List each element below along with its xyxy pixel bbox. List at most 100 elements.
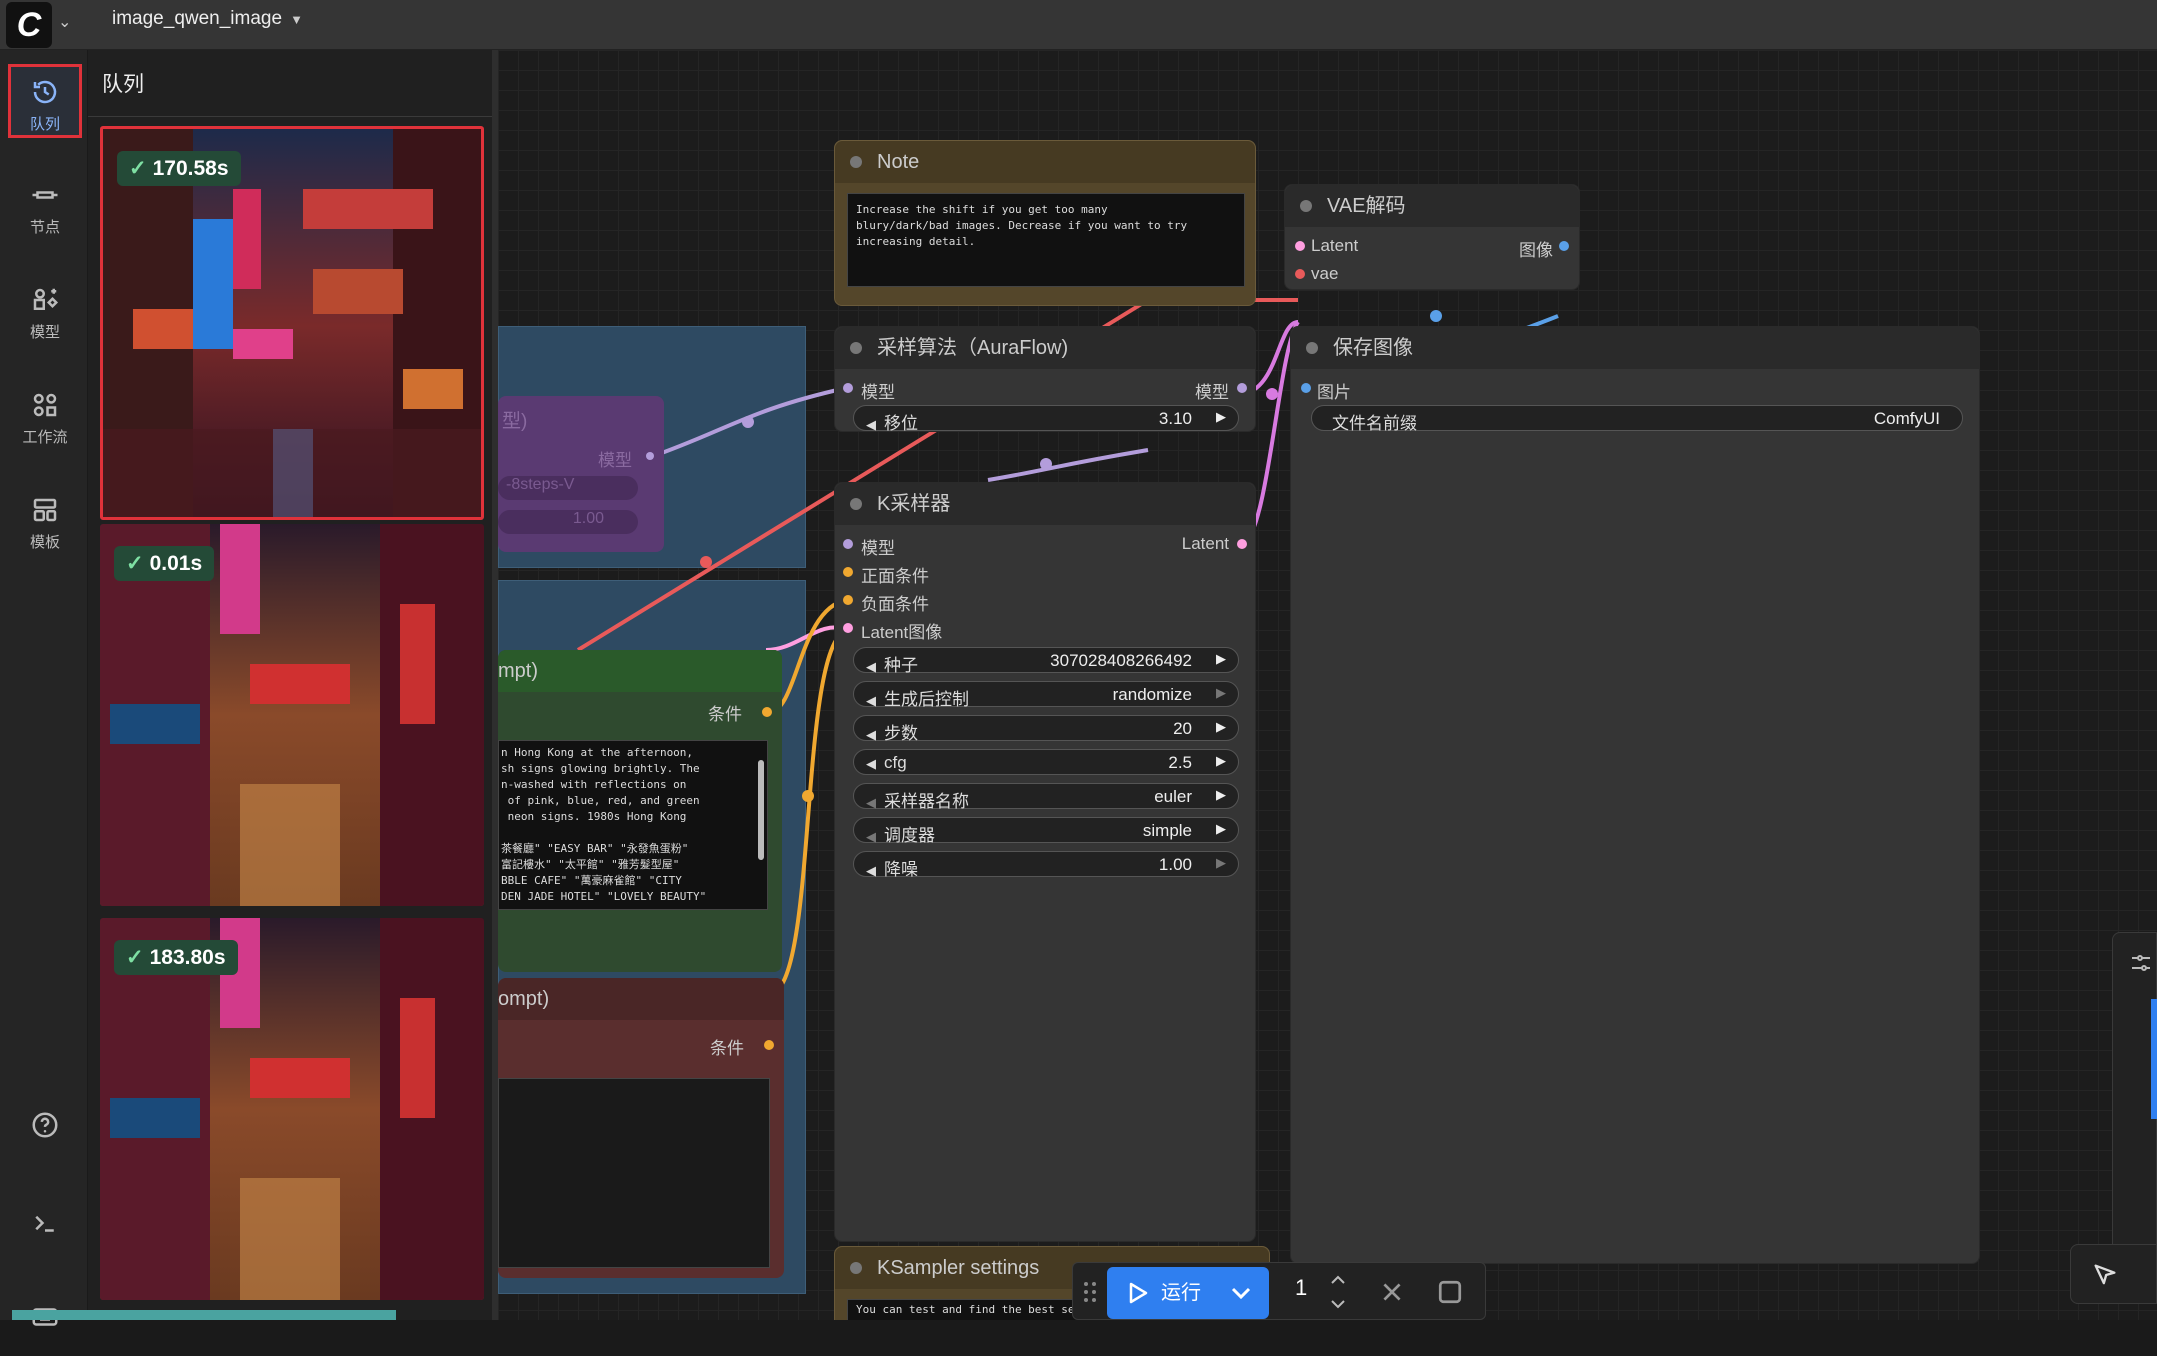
node-header: VAE解码 bbox=[1285, 185, 1579, 227]
prompt-textarea[interactable] bbox=[498, 1078, 770, 1268]
scrollbar[interactable] bbox=[758, 760, 764, 860]
output-port-dot[interactable] bbox=[646, 452, 654, 460]
chevron-down-icon[interactable] bbox=[1229, 1283, 1253, 1303]
output-port-dot[interactable] bbox=[764, 1040, 774, 1050]
decrement-arrow-icon[interactable]: ◀ bbox=[866, 829, 876, 844]
queue-item[interactable]: ✓183.80s bbox=[100, 918, 484, 1300]
sidebar-item-models[interactable]: 模型 bbox=[8, 275, 82, 349]
control-after-generate-widget[interactable]: ◀生成后控制 randomize ▶ bbox=[853, 681, 1239, 707]
workflow-tab[interactable]: image_qwen_image▼ bbox=[112, 8, 303, 31]
queue-item[interactable]: ✓0.01s bbox=[100, 524, 484, 906]
input-port-dot[interactable] bbox=[843, 539, 853, 549]
help-button[interactable] bbox=[8, 1090, 82, 1164]
graph-canvas[interactable]: 型) 模型 -8steps-V 1.00 mpt) 条件 n Hong Kong… bbox=[498, 50, 2157, 1320]
cfg-widget[interactable]: ◀cfg 2.5 ▶ bbox=[853, 749, 1239, 775]
shift-widget[interactable]: ◀移位 3.10 ▶ bbox=[853, 405, 1239, 431]
negative-prompt-node[interactable]: ompt) 条件 bbox=[498, 978, 784, 1278]
input-port-dot[interactable] bbox=[843, 595, 853, 605]
increment-arrow-icon[interactable]: ▶ bbox=[1216, 651, 1226, 667]
scheduler-widget[interactable]: ◀调度器 simple ▶ bbox=[853, 817, 1239, 843]
sidebar-item-nodes[interactable]: 节点 bbox=[8, 170, 82, 244]
model-sampling-auraflow-node[interactable]: 采样算法（AuraFlow) 模型 模型 ◀移位 3.10 ▶ bbox=[834, 326, 1256, 432]
prompt-textarea[interactable]: n Hong Kong at the afternoon, sh signs g… bbox=[498, 740, 768, 910]
input-port-dot[interactable] bbox=[1295, 269, 1305, 279]
output-port-dot[interactable] bbox=[1237, 539, 1247, 549]
comfy-logo[interactable]: C bbox=[6, 2, 52, 48]
filename-prefix-widget[interactable]: 文件名前缀 ComfyUI bbox=[1311, 405, 1963, 431]
widget-value: 3.10 bbox=[1159, 409, 1192, 429]
settings-sliders-icon[interactable] bbox=[2129, 951, 2153, 975]
sidebar-item-workflows[interactable]: 工作流 bbox=[8, 380, 82, 454]
lora-name-select[interactable]: -8steps-V bbox=[498, 476, 638, 500]
collapse-dot[interactable] bbox=[850, 156, 862, 168]
queue-item[interactable]: ✓170.58s bbox=[100, 126, 484, 520]
lora-loader-node[interactable]: 型) 模型 -8steps-V 1.00 bbox=[498, 396, 664, 552]
input-port-dot[interactable] bbox=[1301, 383, 1311, 393]
input-port-dot[interactable] bbox=[1295, 241, 1305, 251]
increment-arrow-icon[interactable]: ▶ bbox=[1216, 685, 1226, 701]
select-cursor-icon[interactable] bbox=[2091, 1261, 2119, 1289]
widget-label: 降噪 bbox=[884, 860, 918, 879]
sampler-name-widget[interactable]: ◀采样器名称 euler ▶ bbox=[853, 783, 1239, 809]
vae-decode-node[interactable]: VAE解码 Latent vae 图像 bbox=[1284, 184, 1580, 290]
ksampler-node[interactable]: K采样器 模型 正面条件 负面条件 Latent图像 Latent ◀种子 30… bbox=[834, 482, 1256, 1242]
lora-strength-widget[interactable]: 1.00 bbox=[498, 510, 638, 534]
collapse-dot[interactable] bbox=[850, 342, 862, 354]
decrement-arrow-icon[interactable]: ◀ bbox=[866, 693, 876, 708]
increment-arrow-icon[interactable]: ▶ bbox=[1216, 821, 1226, 837]
sidebar-item-templates[interactable]: 模板 bbox=[8, 485, 82, 559]
collapse-dot[interactable] bbox=[1300, 200, 1312, 212]
note-text[interactable]: Increase the shift if you get too many b… bbox=[847, 193, 1245, 287]
sidebar-item-label: 队列 bbox=[30, 116, 60, 133]
model-icon bbox=[28, 285, 62, 315]
run-button[interactable]: 运行 bbox=[1107, 1267, 1269, 1319]
widget-value: -8steps-V bbox=[506, 476, 574, 493]
decrement-arrow-icon[interactable]: ◀ bbox=[866, 756, 876, 771]
widget-value: euler bbox=[1154, 787, 1192, 807]
collapse-dot[interactable] bbox=[1306, 342, 1318, 354]
input-port-dot[interactable] bbox=[843, 623, 853, 633]
increment-arrow-icon[interactable]: ▶ bbox=[1216, 855, 1226, 871]
increment-arrow-icon[interactable]: ▶ bbox=[1216, 753, 1226, 769]
terminal-button[interactable] bbox=[8, 1188, 82, 1262]
decrement-arrow-icon[interactable]: ◀ bbox=[866, 795, 876, 810]
batch-count-input[interactable]: 1 bbox=[1295, 1275, 1307, 1301]
sidebar-item-queue[interactable]: 队列 bbox=[8, 64, 82, 138]
input-port-label: 模型 bbox=[861, 534, 895, 559]
output-port-dot[interactable] bbox=[1237, 383, 1247, 393]
note-node[interactable]: Note Increase the shift if you get too m… bbox=[834, 140, 1256, 306]
check-icon: ✓ bbox=[126, 946, 144, 969]
widget-value: simple bbox=[1143, 821, 1192, 841]
cancel-icon[interactable] bbox=[1379, 1279, 1405, 1305]
history-icon bbox=[28, 77, 62, 107]
stop-icon[interactable] bbox=[1437, 1279, 1463, 1305]
drag-handle-icon[interactable] bbox=[1083, 1281, 1097, 1303]
input-port-dot[interactable] bbox=[843, 567, 853, 577]
positive-prompt-node[interactable]: mpt) 条件 n Hong Kong at the afternoon, sh… bbox=[498, 650, 782, 972]
node-title: 采样算法（AuraFlow) bbox=[877, 337, 1068, 359]
node-title: 保存图像 bbox=[1333, 337, 1413, 359]
output-port-dot[interactable] bbox=[1559, 241, 1569, 251]
decrement-arrow-icon[interactable]: ◀ bbox=[866, 863, 876, 878]
increment-arrow-icon[interactable]: ▶ bbox=[1216, 409, 1226, 425]
save-image-node[interactable]: 保存图像 图片 文件名前缀 ComfyUI bbox=[1290, 326, 1980, 1264]
denoise-widget[interactable]: ◀ 降噪 1.00 ▶ bbox=[853, 851, 1239, 877]
chevron-down-icon[interactable]: ⌄ bbox=[58, 12, 71, 32]
stepper-arrows-icon[interactable] bbox=[1329, 1271, 1347, 1313]
decrement-arrow-icon[interactable]: ◀ bbox=[866, 417, 876, 432]
collapse-dot[interactable] bbox=[850, 498, 862, 510]
canvas-side-panel[interactable] bbox=[2112, 932, 2157, 1280]
decrement-arrow-icon[interactable]: ◀ bbox=[866, 659, 876, 674]
steps-widget[interactable]: ◀步数 20 ▶ bbox=[853, 715, 1239, 741]
queue-item[interactable] bbox=[12, 1310, 396, 1320]
output-port-dot[interactable] bbox=[762, 707, 772, 717]
canvas-tool-panel[interactable] bbox=[2070, 1244, 2157, 1304]
decrement-arrow-icon[interactable]: ◀ bbox=[866, 727, 876, 742]
increment-arrow-icon[interactable]: ▶ bbox=[1216, 787, 1226, 803]
collapse-dot[interactable] bbox=[850, 1262, 862, 1274]
node-title: Note bbox=[877, 151, 919, 173]
widget-value: 1.00 bbox=[1159, 855, 1192, 875]
input-port-dot[interactable] bbox=[843, 383, 853, 393]
seed-widget[interactable]: ◀种子 307028408266492 ▶ bbox=[853, 647, 1239, 673]
increment-arrow-icon[interactable]: ▶ bbox=[1216, 719, 1226, 735]
